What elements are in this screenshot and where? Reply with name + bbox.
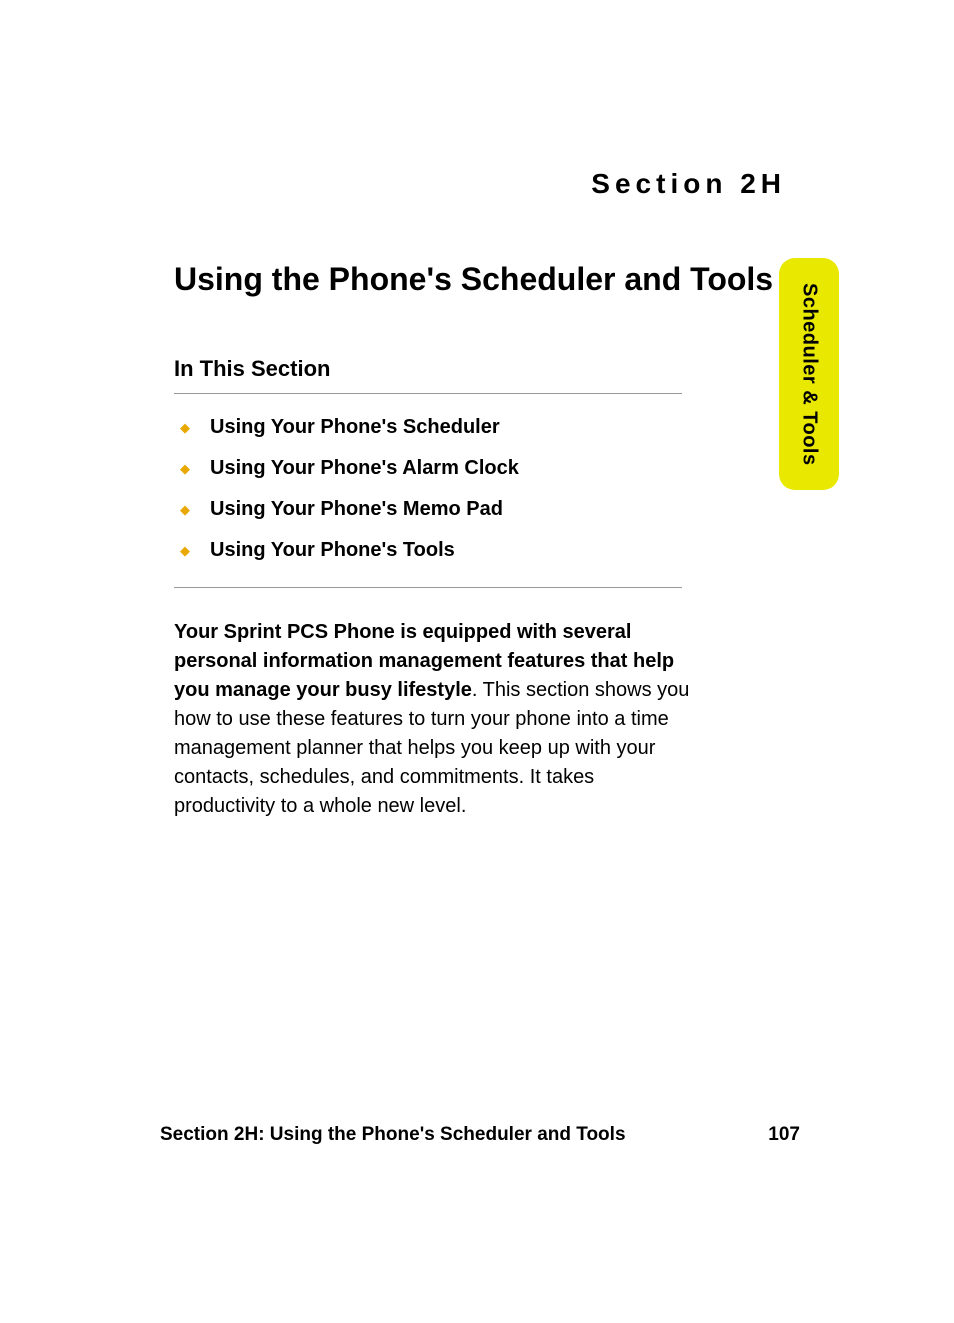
- toc-item: ◆ Using Your Phone's Scheduler: [180, 416, 519, 439]
- footer-title: Section 2H: Using the Phone's Scheduler …: [160, 1124, 626, 1146]
- page-number: 107: [768, 1124, 800, 1146]
- section-tab: Scheduler & Tools: [779, 258, 839, 490]
- bullet-icon: ◆: [180, 420, 190, 436]
- divider: [174, 587, 682, 588]
- divider: [174, 393, 682, 394]
- page-title: Using the Phone's Scheduler and Tools: [174, 261, 773, 298]
- toc-item: ◆ Using Your Phone's Alarm Clock: [180, 457, 519, 480]
- toc-item: ◆ Using Your Phone's Memo Pad: [180, 498, 519, 521]
- toc-list: ◆ Using Your Phone's Scheduler ◆ Using Y…: [180, 416, 519, 580]
- bullet-icon: ◆: [180, 461, 190, 477]
- subsection-title: In This Section: [174, 356, 330, 382]
- page-footer: Section 2H: Using the Phone's Scheduler …: [160, 1124, 800, 1146]
- section-header: Section 2H: [591, 168, 786, 200]
- toc-item-label: Using Your Phone's Scheduler: [210, 416, 500, 439]
- bullet-icon: ◆: [180, 502, 190, 518]
- section-tab-label: Scheduler & Tools: [798, 283, 821, 466]
- bullet-icon: ◆: [180, 543, 190, 559]
- toc-item: ◆ Using Your Phone's Tools: [180, 539, 519, 562]
- body-paragraph: Your Sprint PCS Phone is equipped with s…: [174, 618, 694, 821]
- toc-item-label: Using Your Phone's Alarm Clock: [210, 457, 519, 480]
- toc-item-label: Using Your Phone's Tools: [210, 539, 455, 562]
- toc-item-label: Using Your Phone's Memo Pad: [210, 498, 503, 521]
